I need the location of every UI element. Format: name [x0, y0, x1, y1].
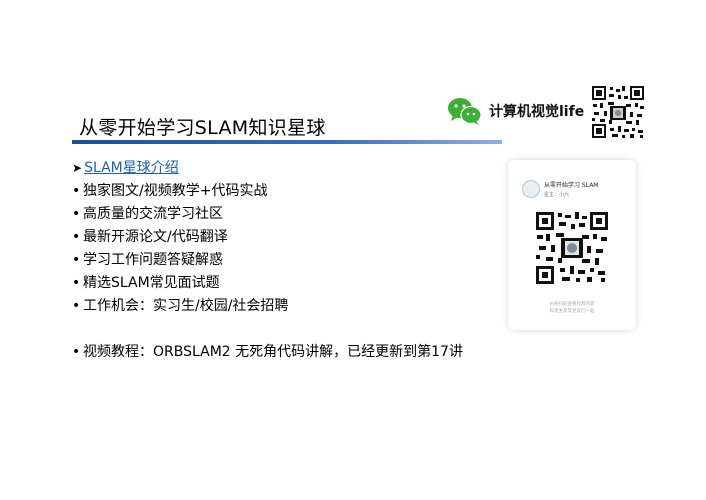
list-item: • 工作机会：实习生/校园/社会招聘	[72, 295, 463, 318]
card-owner: 星主：小六	[544, 192, 570, 198]
card-title: 从零开始学习 SLAM	[544, 182, 599, 189]
intro-link[interactable]: SLAM星球介绍	[84, 160, 179, 176]
brand: 计算机视觉life	[447, 96, 584, 126]
brand-name: 计算机视觉life	[489, 104, 585, 120]
avatar	[522, 180, 540, 198]
list-item-text: 精选SLAM常见面试题	[83, 275, 220, 291]
bullet-icon: •	[72, 206, 81, 222]
list-item: • 独家图文/视频教学+代码实战	[72, 180, 463, 203]
list-item-text: 工作机会：实习生/校园/社会招聘	[83, 298, 289, 314]
bullet-icon: •	[72, 298, 81, 314]
bullet-icon: •	[72, 275, 81, 291]
slide: 从零开始学习SLAM知识星球 计算机视觉life ➤ SLAM星球介绍 • 独家…	[0, 0, 706, 500]
list-item-text: 高质量的交流学习社区	[83, 206, 223, 222]
list-item-text: 独家图文/视频教学+代码实战	[83, 183, 268, 199]
feature-list: ➤ SLAM星球介绍 • 独家图文/视频教学+代码实战 • 高质量的交流学习社区 • 最…	[72, 157, 463, 364]
card-footer-text: 长按扫码查看社群内容	[549, 302, 595, 307]
qr-code-icon	[590, 84, 646, 140]
video-tutorial-text: 视频教程：ORBSLAM2 无死角代码讲解，已经更新到第17讲	[83, 344, 463, 360]
list-item: • 高质量的交流学习社区	[72, 203, 463, 226]
wechat-logo-icon	[448, 98, 482, 125]
list-item-text: 最新开源论文/代码翻译	[83, 229, 228, 245]
list-item-intro: ➤ SLAM星球介绍	[72, 157, 463, 180]
title-underline	[72, 140, 502, 144]
knowledge-planet-card: 从零开始学习 SLAM 星主：小六 长按扫码查看社群内容 和星主及其星友们一起	[508, 160, 636, 330]
list-item: • 学习工作问题答疑解惑	[72, 249, 463, 272]
slide-title: 从零开始学习SLAM知识星球	[79, 117, 326, 139]
bullet-icon: •	[72, 344, 81, 360]
list-item-video: • 视频教程：ORBSLAM2 无死角代码讲解，已经更新到第17讲	[72, 341, 463, 364]
bullet-icon: •	[72, 229, 81, 245]
card-footer-text: 和星主及其星友们一起	[549, 309, 595, 314]
qr-code-icon[interactable]	[534, 210, 610, 286]
list-item: • 最新开源论文/代码翻译	[72, 226, 463, 249]
arrow-icon: ➤	[72, 161, 83, 175]
bullet-icon: •	[72, 183, 81, 199]
bullet-icon: •	[72, 252, 81, 268]
list-item-text: 学习工作问题答疑解惑	[83, 252, 223, 268]
list-item: • 精选SLAM常见面试题	[72, 272, 463, 295]
